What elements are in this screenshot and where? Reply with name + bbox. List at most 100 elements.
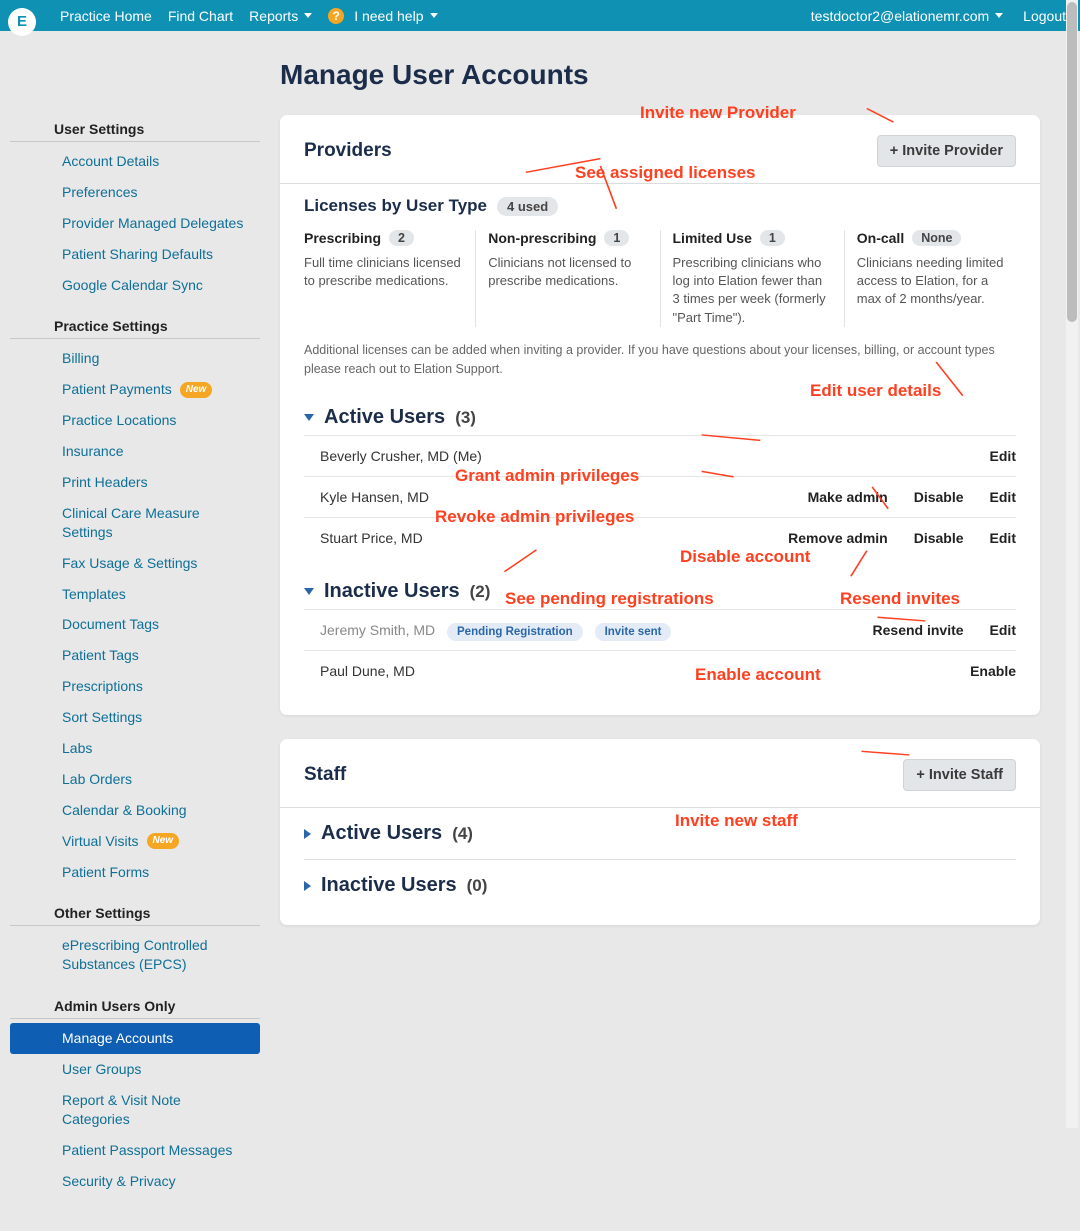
staff-title: Staff [304,764,346,786]
staff-card: Staff + Invite Staff Active Users (4) In… [280,739,1040,925]
resend-invite-button[interactable]: Resend invite [873,622,964,638]
logo[interactable]: E [0,0,44,31]
scrollbar-thumb[interactable] [1067,2,1077,322]
sidebar-item[interactable]: Billing [10,343,260,374]
sidebar-item[interactable]: Practice Locations [10,405,260,436]
nav-practice-home[interactable]: Practice Home [60,8,152,24]
license-col-desc: Full time clinicians licensed to prescri… [304,254,463,290]
sidebar-item[interactable]: Clinical Care Measure Settings [10,498,260,548]
pending-registration-tag: Pending Registration [447,623,583,641]
user-name: Paul Dune, MD [320,663,970,679]
sidebar-heading: Other Settings [10,901,260,926]
topbar: E Practice Home Find Chart Reports ?I ne… [0,0,1080,31]
sidebar-item[interactable]: Preferences [10,177,260,208]
sidebar-item[interactable]: Google Calendar Sync [10,270,260,301]
providers-title: Providers [304,140,392,162]
sidebar-heading: Practice Settings [10,314,260,339]
sidebar-item[interactable]: Patient PaymentsNew [10,374,260,405]
sidebar-item[interactable]: Print Headers [10,467,260,498]
chevron-down-icon [995,13,1003,18]
sidebar-item[interactable]: Insurance [10,436,260,467]
logo-letter: E [17,13,27,30]
sidebar-item[interactable]: Patient Passport Messages [10,1135,260,1166]
license-col-count: 1 [604,230,629,246]
sidebar-item[interactable]: Sort Settings [10,702,260,733]
remove-admin-button[interactable]: Remove admin [788,530,888,546]
edit-button[interactable]: Edit [990,489,1016,505]
user-row: Paul Dune, MD Enable [304,651,1016,691]
disable-button[interactable]: Disable [914,489,964,505]
staff-inactive-title: Inactive Users [321,874,457,897]
sidebar: User SettingsAccount DetailsPreferencesP… [0,31,270,1231]
license-grid: Prescribing 2 Full time clinicians licens… [304,230,1016,327]
main-content: Manage User Accounts Providers + Invite … [270,31,1080,979]
sidebar-item[interactable]: Labs [10,733,260,764]
user-row: Stuart Price, MD Remove admin Disable Ed… [304,518,1016,558]
edit-button[interactable]: Edit [990,622,1016,638]
sidebar-item[interactable]: Patient Sharing Defaults [10,239,260,270]
active-users-count: (3) [455,408,476,428]
sidebar-item[interactable]: Calendar & Booking [10,795,260,826]
active-users-title: Active Users [324,406,445,429]
sidebar-item[interactable]: Prescriptions [10,671,260,702]
scrollbar-track[interactable] [1066,0,1078,1128]
user-name: Stuart Price, MD [320,530,788,546]
user-name: Beverly Crusher, MD (Me) [320,448,990,464]
staff-inactive-count: (0) [467,876,488,896]
page-title: Manage User Accounts [280,59,1040,91]
make-admin-button[interactable]: Make admin [808,489,888,505]
edit-button[interactable]: Edit [990,448,1016,464]
nav-reports[interactable]: Reports [249,8,312,24]
chevron-down-icon [430,13,438,18]
sidebar-item[interactable]: Security & Privacy [10,1166,260,1197]
sidebar-heading: Admin Users Only [10,994,260,1019]
sidebar-item[interactable]: ePrescribing Controlled Substances (EPCS… [10,930,260,980]
enable-button[interactable]: Enable [970,663,1016,679]
user-menu[interactable]: testdoctor2@elationemr.com [811,8,1003,24]
sidebar-item[interactable]: Account Details [10,146,260,177]
licenses-used-badge: 4 used [497,197,558,216]
user-row: Beverly Crusher, MD (Me) Edit [304,435,1016,477]
license-col-count: None [912,230,961,246]
sidebar-item[interactable]: Virtual VisitsNew [10,826,260,857]
sidebar-item[interactable]: Templates [10,579,260,610]
disable-button[interactable]: Disable [914,530,964,546]
license-col-count: 1 [760,230,785,246]
license-col-count: 2 [389,230,414,246]
sidebar-item[interactable]: Patient Forms [10,857,260,888]
nav-help[interactable]: ?I need help [328,8,437,24]
license-col-name: On-call [857,230,904,246]
collapse-icon[interactable] [304,588,314,595]
sidebar-item[interactable]: Fax Usage & Settings [10,548,260,579]
sidebar-item[interactable]: Document Tags [10,609,260,640]
providers-card: Providers + Invite Provider Licenses by … [280,115,1040,715]
sidebar-item[interactable]: Provider Managed Delegates [10,208,260,239]
user-name: Kyle Hansen, MD [320,489,808,505]
logout-link[interactable]: Logout [1023,8,1066,24]
new-badge: New [180,382,213,398]
license-col-name: Limited Use [673,230,752,246]
staff-active-title: Active Users [321,822,442,845]
user-row: Kyle Hansen, MD Make admin Disable Edit [304,477,1016,518]
expand-icon[interactable] [304,881,311,891]
sidebar-heading: User Settings [10,117,260,142]
user-row: Jeremy Smith, MD Pending Registration In… [304,609,1016,651]
inactive-users-count: (2) [470,582,491,602]
user-name: Jeremy Smith, MD Pending Registration In… [320,622,873,638]
invite-sent-tag: Invite sent [595,623,672,641]
license-col-desc: Clinicians not licensed to prescribe med… [488,254,647,290]
edit-button[interactable]: Edit [990,530,1016,546]
sidebar-item[interactable]: Patient Tags [10,640,260,671]
license-col-name: Prescribing [304,230,381,246]
expand-icon[interactable] [304,829,311,839]
chevron-down-icon [304,13,312,18]
invite-staff-button[interactable]: + Invite Staff [903,759,1016,791]
sidebar-item[interactable]: Report & Visit Note Categories [10,1085,260,1135]
nav-find-chart[interactable]: Find Chart [168,8,233,24]
help-icon: ? [328,8,344,24]
sidebar-item[interactable]: Lab Orders [10,764,260,795]
collapse-icon[interactable] [304,414,314,421]
sidebar-item[interactable]: User Groups [10,1054,260,1085]
invite-provider-button[interactable]: + Invite Provider [877,135,1016,167]
sidebar-item[interactable]: Manage Accounts [10,1023,260,1054]
